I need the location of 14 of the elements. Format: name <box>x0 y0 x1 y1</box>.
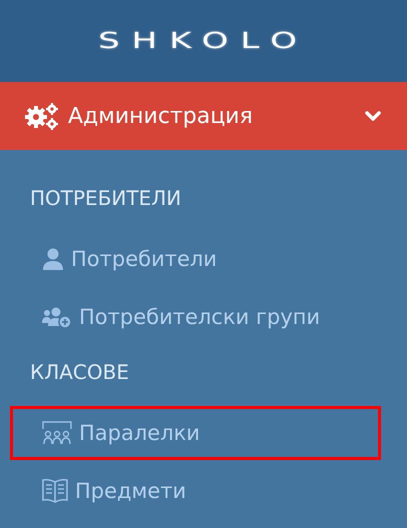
gears-icon <box>24 102 60 130</box>
section-heading: КЛАСОВЕ <box>29 359 130 386</box>
book-icon <box>41 478 69 504</box>
classroom-icon <box>41 420 73 446</box>
user-icon <box>41 247 65 271</box>
chevron-icon <box>365 110 381 122</box>
section-heading: ПОТРЕБИТЕЛИ <box>29 185 182 212</box>
user-group-add-icon <box>41 305 73 329</box>
admin-menu-toggle[interactable]: Администрация <box>0 82 407 150</box>
menu-item[interactable]: Потребителски групи <box>10 290 381 344</box>
menu-item[interactable]: Предмети <box>10 464 381 518</box>
menu-item[interactable]: Паралелки <box>10 406 381 460</box>
logo[interactable]: SHKOLO <box>98 28 309 54</box>
menu-item[interactable]: Потребители <box>10 232 381 286</box>
